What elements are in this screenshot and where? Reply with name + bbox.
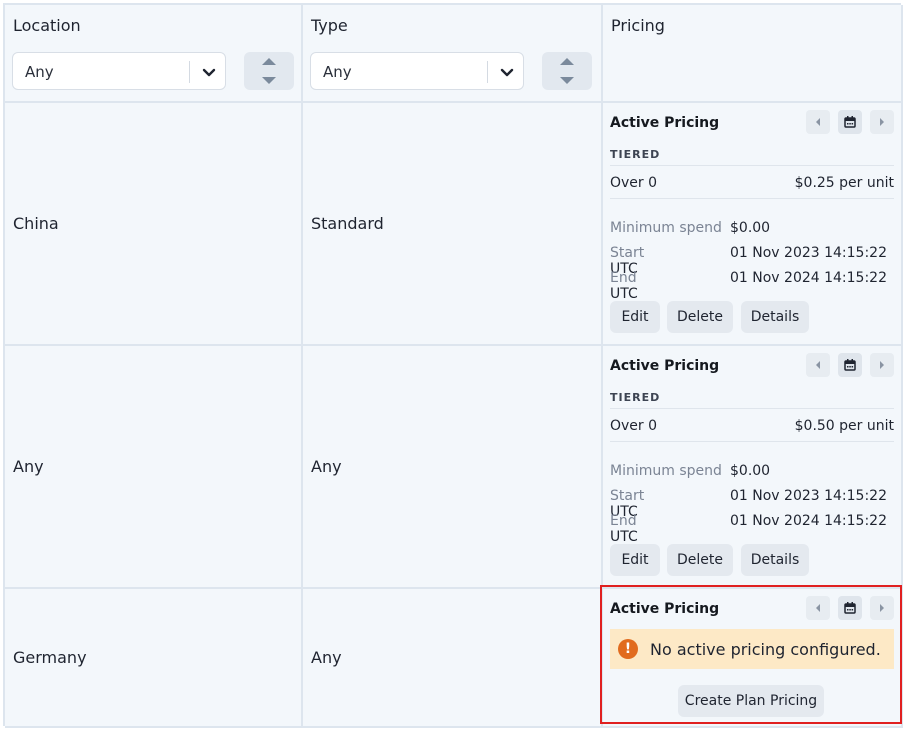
- sort-arrows-icon: [262, 58, 276, 84]
- pricing-card: Active Pricing TIERED Over 0 $0.25 per u…: [610, 103, 894, 344]
- tier-from: Over 0: [610, 175, 658, 191]
- prev-period-button[interactable]: [806, 353, 830, 377]
- edit-button[interactable]: Edit: [610, 544, 660, 576]
- caret-left-icon: [816, 604, 820, 612]
- chevron-down-icon[interactable]: [199, 62, 219, 82]
- alert-text: No active pricing configured.: [650, 640, 881, 659]
- location-header-label: Location: [13, 16, 81, 35]
- location-value: China: [13, 214, 59, 233]
- caret-right-icon: [880, 361, 884, 369]
- type-header-label: Type: [311, 16, 348, 35]
- pricing-table: Location Any Type Any Pricing China Stan…: [3, 3, 903, 728]
- min-spend-row: Minimum spend $0.00: [610, 463, 770, 479]
- min-spend-value: $0.00: [730, 220, 771, 236]
- start-label: Start: [610, 245, 645, 261]
- min-spend-row: Minimum spend $0.00: [610, 220, 770, 236]
- type-filter-select[interactable]: Any: [310, 52, 524, 90]
- tier-row: Over 0 $0.25 per unit: [610, 175, 894, 191]
- delete-button[interactable]: Delete: [667, 544, 733, 576]
- type-sort-button[interactable]: [542, 52, 592, 90]
- pricing-period-nav: [806, 596, 894, 620]
- type-value: Any: [311, 648, 342, 667]
- location-filter-value: Any: [25, 63, 54, 81]
- divider: [610, 408, 894, 409]
- end-label: End: [610, 513, 637, 529]
- end-row: End 01 Nov 2024 14:15:22 UTC: [610, 513, 894, 545]
- pricing-title: Active Pricing: [610, 601, 720, 617]
- divider: [610, 441, 894, 442]
- table-row-pricing: Active Pricing TIERED Over 0 $0.25 per u…: [603, 103, 903, 346]
- table-row-location: China: [5, 103, 303, 346]
- chevron-down-icon[interactable]: [497, 62, 517, 82]
- next-period-button[interactable]: [870, 353, 894, 377]
- table-row-location: Germany: [5, 589, 303, 728]
- min-spend-value: $0.00: [730, 463, 771, 479]
- location-value: Any: [13, 457, 44, 476]
- calendar-button[interactable]: [838, 353, 862, 377]
- location-value: Germany: [13, 648, 87, 667]
- no-pricing-alert: ! No active pricing configured.: [610, 629, 894, 669]
- type-value: Any: [311, 457, 342, 476]
- min-spend-label: Minimum spend: [610, 463, 722, 479]
- select-separator: [189, 61, 190, 83]
- pricing-card: Active Pricing TIERED Over 0 $0.50 per u…: [610, 346, 894, 587]
- table-row-pricing: Active Pricing TIERED Over 0 $0.50 per u…: [603, 346, 903, 589]
- header-pricing: Pricing: [603, 5, 903, 103]
- select-separator: [487, 61, 488, 83]
- location-filter-select[interactable]: Any: [12, 52, 226, 90]
- end-label: End: [610, 270, 637, 286]
- delete-button[interactable]: Delete: [667, 301, 733, 333]
- table-row-type: Any: [303, 589, 603, 728]
- pricing-title: Active Pricing: [610, 358, 720, 374]
- table-row-type: Standard: [303, 103, 603, 346]
- caret-right-icon: [880, 118, 884, 126]
- divider: [610, 165, 894, 166]
- calendar-icon: [844, 602, 856, 614]
- calendar-icon: [844, 116, 856, 128]
- create-plan-pricing-button[interactable]: Create Plan Pricing: [678, 685, 824, 717]
- divider: [610, 198, 894, 199]
- start-label: Start: [610, 488, 645, 504]
- type-filter-value: Any: [323, 63, 352, 81]
- edit-button[interactable]: Edit: [610, 301, 660, 333]
- pricing-period-nav: [806, 353, 894, 377]
- type-value: Standard: [311, 214, 384, 233]
- caret-left-icon: [816, 118, 820, 126]
- pricing-header-label: Pricing: [611, 16, 665, 35]
- prev-period-button[interactable]: [806, 110, 830, 134]
- details-button[interactable]: Details: [741, 301, 809, 333]
- next-period-button[interactable]: [870, 110, 894, 134]
- tier-type-label: TIERED: [610, 391, 661, 404]
- sort-arrows-icon: [560, 58, 574, 84]
- table-row-location: Any: [5, 346, 303, 589]
- pricing-period-nav: [806, 110, 894, 134]
- exclamation-circle-icon: !: [618, 639, 638, 659]
- caret-right-icon: [880, 604, 884, 612]
- end-row: End 01 Nov 2024 14:15:22 UTC: [610, 270, 894, 302]
- header-location: Location Any: [5, 5, 303, 103]
- pricing-title: Active Pricing: [610, 115, 720, 131]
- details-button[interactable]: Details: [741, 544, 809, 576]
- location-sort-button[interactable]: [244, 52, 294, 90]
- calendar-button[interactable]: [838, 596, 862, 620]
- next-period-button[interactable]: [870, 596, 894, 620]
- tier-from: Over 0: [610, 418, 658, 434]
- prev-period-button[interactable]: [806, 596, 830, 620]
- header-type: Type Any: [303, 5, 603, 103]
- tier-type-label: TIERED: [610, 148, 661, 161]
- caret-left-icon: [816, 361, 820, 369]
- tier-price: $0.25 per unit: [794, 175, 894, 191]
- pricing-card: Active Pricing ! No active pricing confi…: [610, 589, 894, 726]
- calendar-icon: [844, 359, 856, 371]
- table-row-type: Any: [303, 346, 603, 589]
- tier-row: Over 0 $0.50 per unit: [610, 418, 894, 434]
- calendar-button[interactable]: [838, 110, 862, 134]
- table-row-pricing: Active Pricing ! No active pricing confi…: [603, 589, 903, 728]
- tier-price: $0.50 per unit: [794, 418, 894, 434]
- min-spend-label: Minimum spend: [610, 220, 722, 236]
